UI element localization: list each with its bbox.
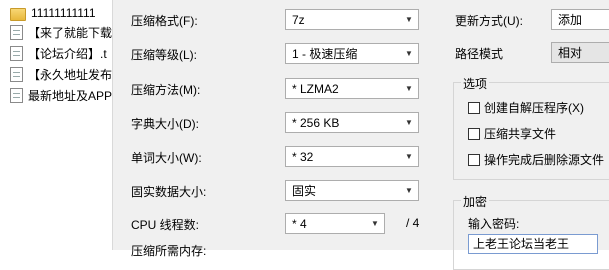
method-value: * LZMA2 xyxy=(292,81,339,96)
cpu-select[interactable]: * 4 ▼ xyxy=(285,213,385,234)
doc-icon xyxy=(10,45,23,61)
cpu-value: * 4 xyxy=(292,216,307,231)
chevron-down-icon: ▼ xyxy=(405,186,413,195)
file-row[interactable]: 【论坛介绍】.t xyxy=(10,43,120,63)
chevron-down-icon: ▼ xyxy=(405,49,413,58)
method-select[interactable]: * LZMA2 ▼ xyxy=(285,78,419,99)
chevron-down-icon: ▼ xyxy=(405,152,413,161)
update-label: 更新方式(U): xyxy=(455,14,523,28)
path-label: 路径模式 xyxy=(455,47,504,61)
encryption-title: 加密 xyxy=(461,193,490,210)
dict-select[interactable]: * 256 KB ▼ xyxy=(285,112,419,133)
archive-dialog: 压缩格式(F): 压缩等级(L): 压缩方法(M): 字典大小(D): 单词大小… xyxy=(112,0,609,270)
file-name: 最新地址及APP xyxy=(28,88,113,103)
format-label: 压缩格式(F): xyxy=(131,14,198,28)
delete-after-option[interactable]: 操作完成后删除源文件 xyxy=(468,151,604,168)
chevron-down-icon: ▼ xyxy=(405,15,413,24)
sfx-option[interactable]: 创建自解压程序(X) xyxy=(468,99,584,116)
path-value: 相对 xyxy=(558,46,583,60)
doc-icon xyxy=(10,66,23,82)
update-value: 添加 xyxy=(558,13,583,27)
password-input[interactable]: 上老王论坛当老王 xyxy=(468,234,598,254)
word-select[interactable]: * 32 ▼ xyxy=(285,146,419,167)
shared-files-label: 压缩共享文件 xyxy=(484,127,557,141)
delete-after-checkbox[interactable] xyxy=(468,153,480,166)
file-name: 11111111111 xyxy=(31,6,96,20)
level-label: 压缩等级(L): xyxy=(131,48,198,62)
password-label: 输入密码: xyxy=(468,217,520,231)
options-title: 选项 xyxy=(461,75,490,92)
sfx-label: 创建自解压程序(X) xyxy=(484,101,584,115)
cpu-label: CPU 线程数: xyxy=(131,218,200,232)
sfx-checkbox[interactable] xyxy=(468,101,480,114)
delete-after-label: 操作完成后删除源文件 xyxy=(484,153,605,167)
file-row[interactable]: 最新地址及APP xyxy=(10,85,120,105)
doc-icon xyxy=(10,24,23,40)
file-name: 【论坛介绍】.t xyxy=(28,46,107,61)
word-value: * 32 xyxy=(292,149,314,164)
solid-value: 固实 xyxy=(292,184,317,198)
folder-icon xyxy=(10,7,26,21)
path-select[interactable]: 相对 xyxy=(551,42,609,63)
doc-icon xyxy=(10,87,23,103)
cpu-total: / 4 xyxy=(406,216,420,230)
file-list: 11111111111 【来了就能下载 【论坛介绍】.t 【永久地址发布 最新地… xyxy=(0,0,112,250)
file-row[interactable]: 11111111111 xyxy=(10,3,120,23)
file-name: 【永久地址发布 xyxy=(28,67,113,82)
solid-select[interactable]: 固实 ▼ xyxy=(285,180,419,201)
file-name: 【来了就能下载 xyxy=(28,25,113,40)
file-row[interactable]: 【来了就能下载 xyxy=(10,22,120,42)
chevron-down-icon: ▼ xyxy=(371,219,379,228)
shared-files-checkbox[interactable] xyxy=(468,127,480,140)
memory-label: 压缩所需内存: xyxy=(131,244,207,258)
method-label: 压缩方法(M): xyxy=(131,83,201,97)
level-select[interactable]: 1 - 极速压缩 ▼ xyxy=(285,43,419,64)
dict-label: 字典大小(D): xyxy=(131,117,199,131)
word-label: 单词大小(W): xyxy=(131,151,202,165)
format-select[interactable]: 7z ▼ xyxy=(285,9,419,30)
chevron-down-icon: ▼ xyxy=(405,118,413,127)
level-value: 1 - 极速压缩 xyxy=(292,47,358,61)
file-row[interactable]: 【永久地址发布 xyxy=(10,64,120,84)
update-select[interactable]: 添加 xyxy=(551,9,609,30)
shared-files-option[interactable]: 压缩共享文件 xyxy=(468,125,556,142)
format-value: 7z xyxy=(292,12,305,27)
solid-label: 固实数据大小: xyxy=(131,185,207,199)
chevron-down-icon: ▼ xyxy=(405,84,413,93)
dict-value: * 256 KB xyxy=(292,115,340,130)
